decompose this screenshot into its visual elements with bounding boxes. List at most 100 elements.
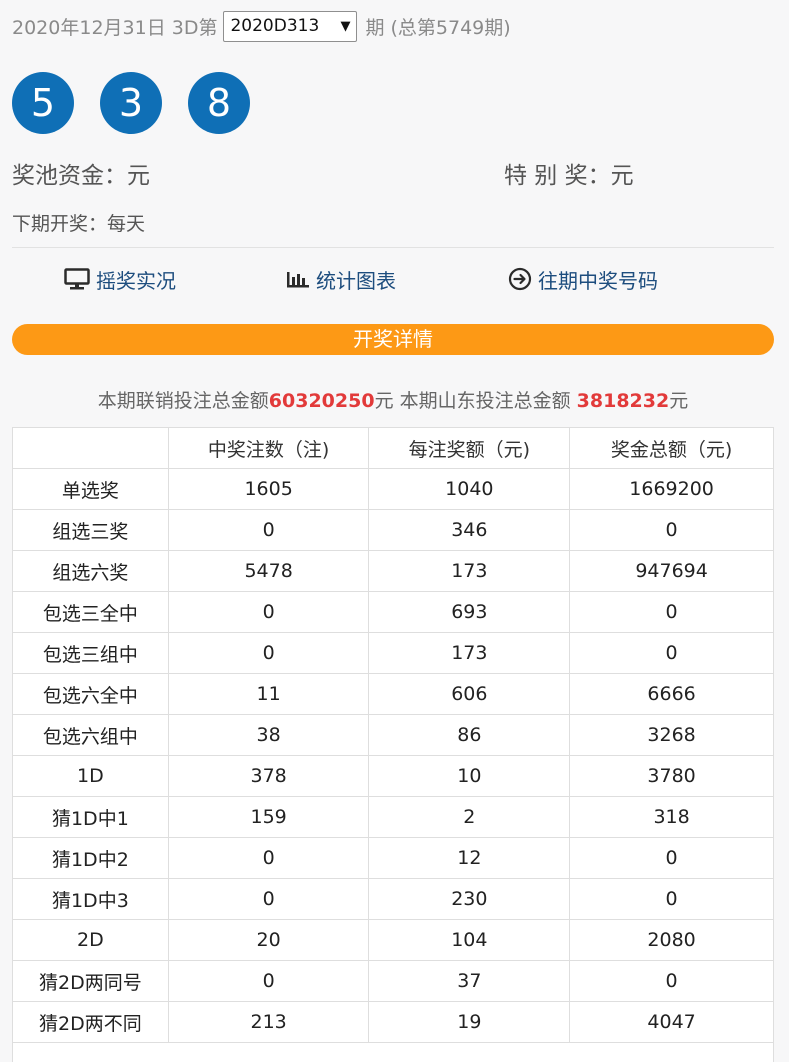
table-cell: 1040 xyxy=(368,468,571,510)
table-row: 猜1D中2 0 12 0 xyxy=(12,837,774,879)
arrow-circle-right-icon xyxy=(508,267,532,291)
column-header: 每注奖额（元) xyxy=(368,427,571,469)
column-header: 中奖注数（注) xyxy=(167,427,370,469)
table-cell: 86 xyxy=(368,714,571,756)
issue-select-value: 2020D313 xyxy=(230,16,320,36)
prize-name-cell: 包选六全中 xyxy=(12,673,169,715)
table-cell: 1669200 xyxy=(569,468,774,510)
table-cell: 213 xyxy=(167,1001,370,1043)
monitor-icon xyxy=(64,268,90,290)
prize-name-cell: 猜1D中1 xyxy=(12,796,169,838)
divider xyxy=(12,247,774,248)
prize-name-cell: 单选奖 xyxy=(12,468,169,510)
live-draw-link[interactable]: 摇奖实况 xyxy=(64,264,176,294)
prize-name-cell: 包选三全中 xyxy=(12,591,169,633)
next-draw-text: 下期开奖：每天 xyxy=(12,213,146,235)
issue-header: 2020年12月31日 3D第 2020D313 ▼ 期 (总第5749期) xyxy=(12,10,511,42)
table-row: 组选六奖 5478 173 947694 xyxy=(12,550,774,592)
table-cell: 0 xyxy=(569,632,774,674)
table-cell: 2 xyxy=(368,796,571,838)
special-prize-text: 特 别 奖：元 xyxy=(504,163,634,189)
prize-name-cell: 猜2D两不同 xyxy=(12,1001,169,1043)
column-header xyxy=(12,427,169,469)
past-results-link[interactable]: 往期中奖号码 xyxy=(508,264,658,294)
summary-text: 本期联销投注总金额 xyxy=(97,390,269,412)
winning-numbers: 5 3 8 xyxy=(12,72,276,134)
table-cell: 173 xyxy=(368,550,571,592)
table-cell: 20 xyxy=(167,919,370,961)
table-cell: 159 xyxy=(167,796,370,838)
table-cell: 0 xyxy=(569,960,774,1002)
number-ball: 5 xyxy=(12,72,74,134)
table-cell: 318 xyxy=(569,796,774,838)
number-ball: 3 xyxy=(100,72,162,134)
table-row: 组选三奖 0 346 0 xyxy=(12,509,774,551)
table-cell: 693 xyxy=(368,591,571,633)
summary-text: 元 xyxy=(669,390,689,412)
table-cell: 12 xyxy=(368,837,571,879)
prize-name-cell: 2D xyxy=(12,919,169,961)
table-cell: 0 xyxy=(569,591,774,633)
table-bottom-strip xyxy=(12,1043,774,1062)
table-row: 包选六组中 38 86 3268 xyxy=(12,714,774,756)
draw-details-bar: 开奖详情 xyxy=(12,324,774,355)
table-cell: 0 xyxy=(569,878,774,920)
table-cell: 5478 xyxy=(167,550,370,592)
table-cell: 19 xyxy=(368,1001,571,1043)
summary-text: 元 本期山东投注总金额 xyxy=(374,390,577,412)
table-cell: 38 xyxy=(167,714,370,756)
table-cell: 0 xyxy=(569,837,774,879)
table-header-row: 中奖注数（注) 每注奖额（元) 奖金总额（元) xyxy=(12,427,774,469)
table-cell: 6666 xyxy=(569,673,774,715)
table-cell: 37 xyxy=(368,960,571,1002)
table-cell: 0 xyxy=(167,509,370,551)
table-cell: 0 xyxy=(569,509,774,551)
table-cell: 3780 xyxy=(569,755,774,797)
prize-name-cell: 1D xyxy=(12,755,169,797)
table-row: 猜2D两同号 0 37 0 xyxy=(12,960,774,1002)
issue-select[interactable]: 2020D313 ▼ xyxy=(223,10,358,42)
live-draw-label: 摇奖实况 xyxy=(96,268,176,293)
table-cell: 10 xyxy=(368,755,571,797)
caret-down-icon: ▼ xyxy=(340,18,351,34)
table-row: 猜2D两不同 213 19 4047 xyxy=(12,1001,774,1043)
draw-date-text: 2020年12月31日 3D第 xyxy=(12,16,218,39)
past-results-label: 往期中奖号码 xyxy=(538,268,658,293)
prize-name-cell: 包选六组中 xyxy=(12,714,169,756)
prize-name-cell: 组选三奖 xyxy=(12,509,169,551)
table-cell: 3268 xyxy=(569,714,774,756)
number-ball: 8 xyxy=(188,72,250,134)
table-cell: 104 xyxy=(368,919,571,961)
table-cell: 0 xyxy=(167,878,370,920)
prize-name-cell: 组选六奖 xyxy=(12,550,169,592)
bar-chart-icon xyxy=(287,272,309,288)
table-cell: 1605 xyxy=(167,468,370,510)
table-row: 包选六全中 11 606 6666 xyxy=(12,673,774,715)
table-cell: 230 xyxy=(368,878,571,920)
table-cell: 173 xyxy=(368,632,571,674)
table-cell: 0 xyxy=(167,632,370,674)
shandong-sales-value: 3818232 xyxy=(576,390,670,412)
prize-pool-text: 奖池资金：元 xyxy=(12,163,150,189)
table-row: 单选奖 1605 1040 1669200 xyxy=(12,468,774,510)
table-cell: 378 xyxy=(167,755,370,797)
issue-suffix-text: 期 (总第5749期) xyxy=(365,16,511,39)
prize-table: 中奖注数（注) 每注奖额（元) 奖金总额（元) 单选奖 1605 1040 16692… xyxy=(12,427,774,1043)
prize-name-cell: 猜2D两同号 xyxy=(12,960,169,1002)
table-row: 包选三组中 0 173 0 xyxy=(12,632,774,674)
table-row: 包选三全中 0 693 0 xyxy=(12,591,774,633)
stats-chart-link[interactable]: 统计图表 xyxy=(286,264,396,294)
table-cell: 11 xyxy=(167,673,370,715)
table-cell: 0 xyxy=(167,591,370,633)
table-cell: 4047 xyxy=(569,1001,774,1043)
prize-name-cell: 包选三组中 xyxy=(12,632,169,674)
column-header: 奖金总额（元) xyxy=(569,427,774,469)
table-row: 猜1D中1 159 2 318 xyxy=(12,796,774,838)
table-cell: 606 xyxy=(368,673,571,715)
table-cell: 2080 xyxy=(569,919,774,961)
table-cell: 346 xyxy=(368,509,571,551)
table-row: 猜1D中3 0 230 0 xyxy=(12,878,774,920)
stats-chart-label: 统计图表 xyxy=(316,268,396,293)
prize-name-cell: 猜1D中3 xyxy=(12,878,169,920)
table-cell: 947694 xyxy=(569,550,774,592)
